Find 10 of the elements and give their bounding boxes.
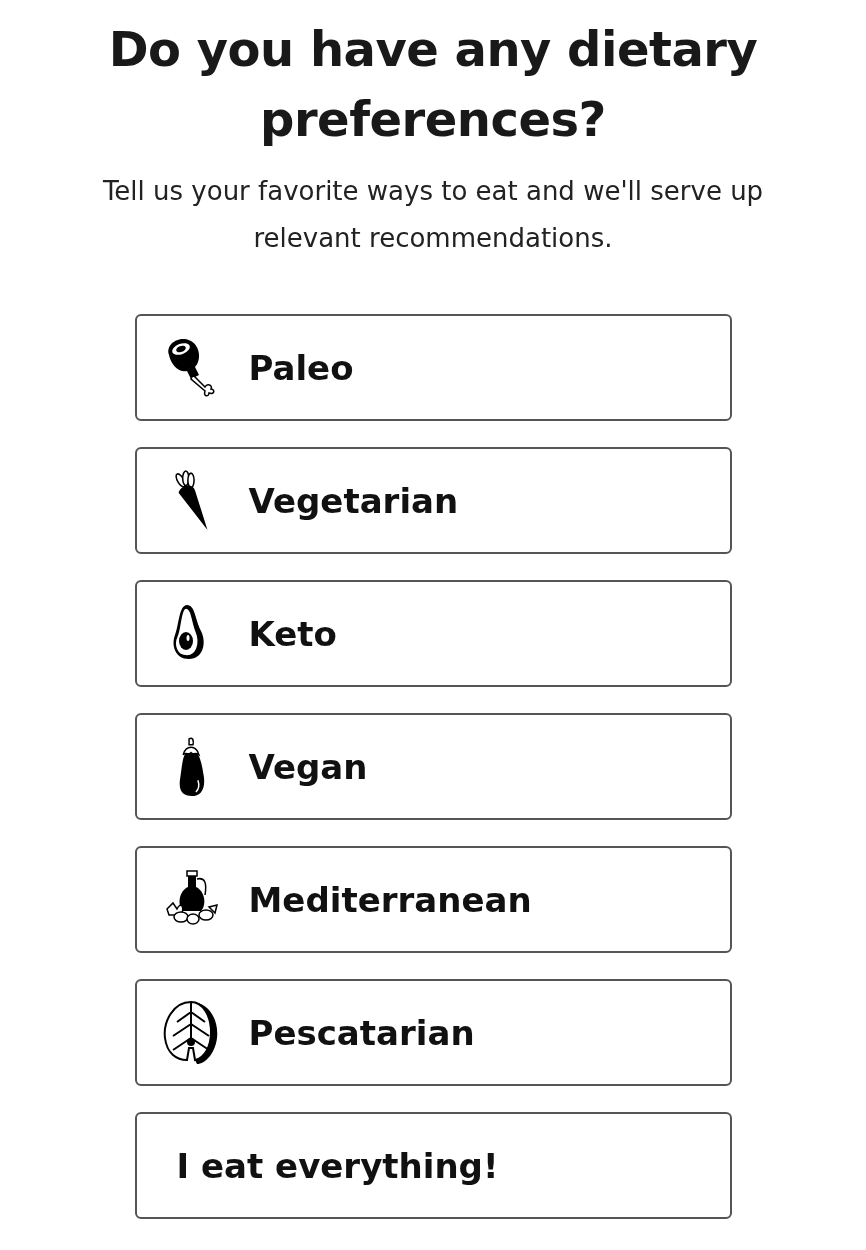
page-title: Do you have any dietary preferences? xyxy=(107,20,759,149)
subtitle: Tell us your favorite ways to eat and we'll serve up relevant recommendations. xyxy=(101,175,765,255)
preference-option[interactable]: Vegetarian xyxy=(134,447,732,554)
preference-option[interactable]: Keto xyxy=(134,580,732,687)
preference-option[interactable]: Vegan xyxy=(134,713,732,820)
preference-option[interactable]: I eat everything! xyxy=(134,1112,732,1219)
preference-option[interactable]: Paleo xyxy=(134,314,732,421)
preference-option[interactable]: Pescatarian xyxy=(134,979,732,1086)
carrot-icon xyxy=(173,469,210,532)
preference-option[interactable]: Mediterranean xyxy=(134,846,732,953)
